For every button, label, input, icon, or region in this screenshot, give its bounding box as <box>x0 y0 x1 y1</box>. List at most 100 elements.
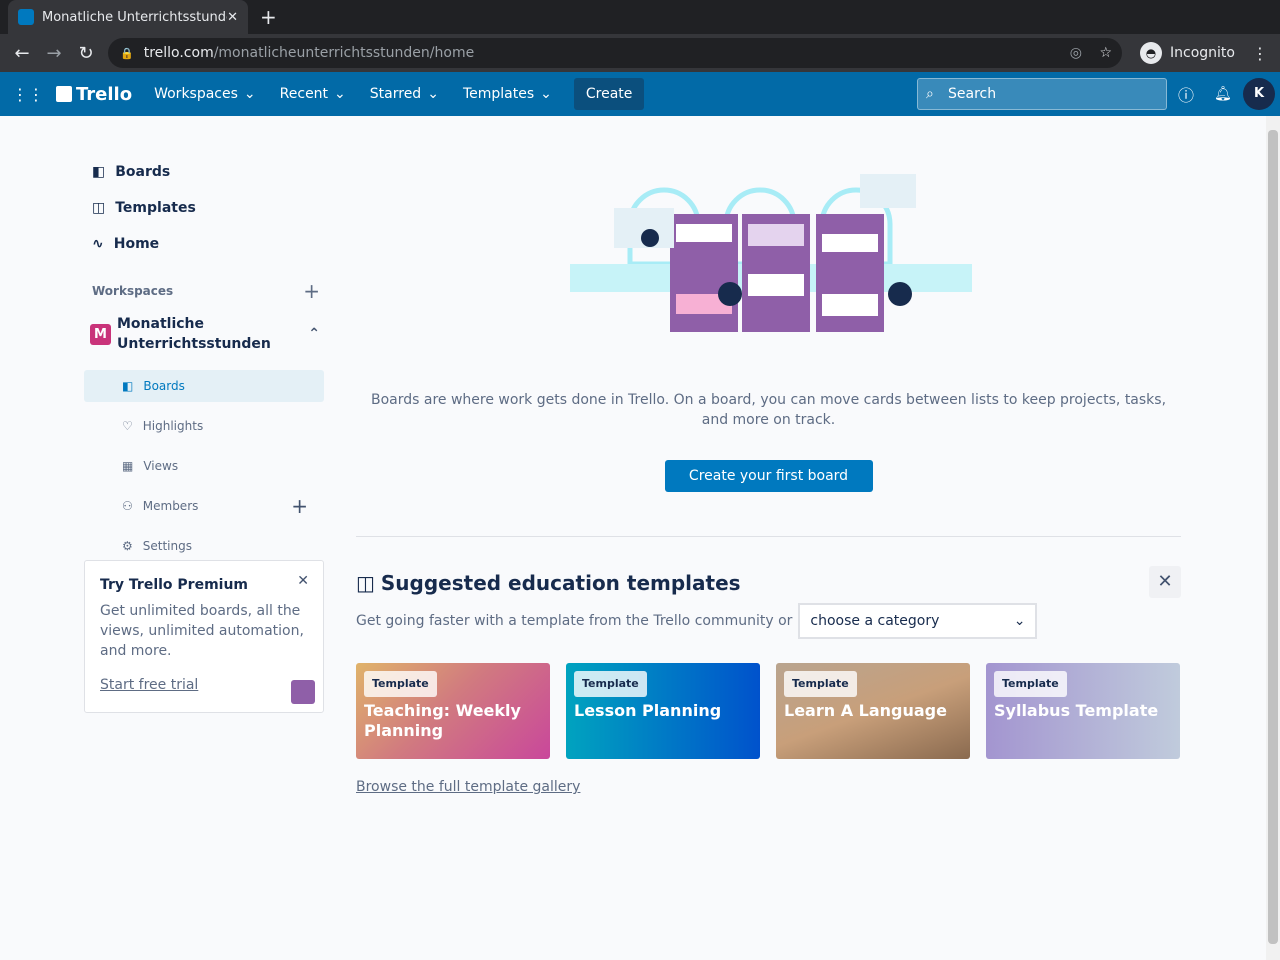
trello-logo[interactable]: Trello <box>56 84 132 105</box>
workspace-settings[interactable]: ⚙ Settings <box>84 530 324 562</box>
template-title: Teaching: Weekly Planning <box>364 701 521 740</box>
star-icon[interactable]: ☆ <box>1099 45 1112 61</box>
browser-tabbar: Monatliche Unterrichtsstunden | Trello✕ … <box>0 0 1280 34</box>
user-avatar[interactable]: K <box>1243 78 1275 110</box>
sidebar: ◧ Boards ◫ Templates ∿ Home Workspaces + M Mo… <box>84 116 324 562</box>
app-switcher-icon[interactable]: ⋮⋮ <box>0 85 56 104</box>
sub-label: Boards <box>143 379 185 393</box>
chevron-down-icon: ⌄ <box>427 86 439 102</box>
grid-icon: ▦ <box>122 459 134 473</box>
close-tab-icon[interactable]: ✕ <box>227 10 238 25</box>
trello-favicon-icon <box>18 9 34 25</box>
close-promo-icon[interactable]: ✕ <box>297 571 309 591</box>
new-tab-button[interactable]: + <box>260 5 277 29</box>
suggested-title: Suggested education templates <box>380 571 741 595</box>
chevron-down-icon: ⌄ <box>540 86 552 102</box>
lock-icon: 🔒 <box>120 46 134 60</box>
empty-state-description: Boards are where work gets done in Trell… <box>370 392 1167 428</box>
category-select[interactable]: choose a category ⌄ <box>798 603 1038 639</box>
premium-promo: ✕ Try Trello Premium Get unlimited board… <box>84 560 324 713</box>
menu-icon[interactable]: ⋮ <box>1252 44 1268 63</box>
nav-label: Workspaces <box>154 86 238 102</box>
template-cards: Template Teaching: Weekly Planning Templa… <box>356 663 1181 759</box>
search-placeholder: Search <box>948 86 997 102</box>
tab-title: Monatliche Unterrichtsstunden | Trello <box>42 9 227 25</box>
search-input[interactable]: ⌕ Search <box>917 78 1167 110</box>
briefcase-icon <box>291 680 315 704</box>
browse-gallery-link[interactable]: Browse the full template gallery <box>356 779 1181 795</box>
workspace-avatar: M <box>90 323 111 345</box>
board-icon: ◧ <box>92 164 106 180</box>
boards-illustration <box>570 174 972 332</box>
workspace-boards[interactable]: ◧ Boards <box>84 370 324 402</box>
gear-icon: ⚙ <box>122 539 133 553</box>
template-icon: ◫ <box>356 571 375 595</box>
reload-button[interactable]: ↻ <box>70 43 102 64</box>
back-button[interactable]: ← <box>6 43 38 64</box>
create-first-board-button[interactable]: Create your first board <box>664 460 873 492</box>
template-badge: Template <box>994 671 1067 697</box>
nav-workspaces[interactable]: Workspaces ⌄ <box>142 86 268 102</box>
workspace-name: Monatliche Unterrichtsstunden <box>117 316 271 352</box>
main-content: Boards are where work gets done in Trell… <box>356 116 1181 795</box>
nav-label: Templates <box>462 86 535 102</box>
scrollbar-thumb[interactable] <box>1268 130 1278 944</box>
workspace-highlights[interactable]: ♡ Highlights <box>84 410 324 442</box>
url-input[interactable]: 🔒 trello.com/monatlicheunterrichtsstunden… <box>108 38 1122 68</box>
info-icon[interactable]: ⓘ <box>1178 82 1194 106</box>
incognito-indicator[interactable]: ◓ Incognito <box>1132 38 1243 68</box>
sub-label: Views <box>143 459 179 473</box>
chevron-down-icon: ⌄ <box>243 86 256 102</box>
create-button[interactable]: Create <box>573 78 645 110</box>
template-badge: Template <box>784 671 857 697</box>
eye-off-icon[interactable]: ◎ <box>1070 45 1082 61</box>
sidebar-label: Boards <box>115 164 171 180</box>
suggested-heading: ◫ Suggested education templates <box>356 571 1181 595</box>
start-trial-link[interactable]: Start free trial <box>100 675 308 695</box>
browser-tab[interactable]: Monatliche Unterrichtsstunden | Trello✕ <box>8 0 248 34</box>
chevron-down-icon: ⌄ <box>1013 613 1026 629</box>
suggested-subtitle-row: Get going faster with a template from th… <box>356 603 1181 639</box>
sub-label: Settings <box>142 539 192 553</box>
category-value: choose a category <box>810 613 940 629</box>
template-title: Learn A Language <box>784 701 947 720</box>
forward-button[interactable]: → <box>38 43 70 64</box>
profile-label: Incognito <box>1170 45 1235 61</box>
trello-logo-icon <box>56 86 72 102</box>
scrollbar[interactable] <box>1266 116 1280 960</box>
workspace-toggle[interactable]: M Monatliche Unterrichtsstunden ⌃ <box>84 306 324 362</box>
heart-icon: ♡ <box>122 419 133 433</box>
address-bar-row: ← → ↻ 🔒 trello.com/monatlicheunterrichtss… <box>0 34 1280 72</box>
chevron-down-icon: ⌄ <box>334 86 346 102</box>
chevron-up-icon: ⌃ <box>308 326 320 342</box>
add-workspace-button[interactable]: + <box>303 279 320 303</box>
nav-label: Recent <box>279 86 329 102</box>
nav-starred[interactable]: Starred ⌄ <box>358 86 451 102</box>
promo-body: Get unlimited boards, all the views, unl… <box>100 603 304 659</box>
add-member-button[interactable]: + <box>291 494 308 518</box>
dismiss-suggestions-button[interactable]: ✕ <box>1149 566 1181 598</box>
sub-label: Members <box>142 499 199 513</box>
template-card[interactable]: Template Lesson Planning <box>566 663 760 759</box>
template-card[interactable]: Template Teaching: Weekly Planning <box>356 663 550 759</box>
template-card[interactable]: Template Syllabus Template <box>986 663 1180 759</box>
search-icon: ⌕ <box>926 86 934 102</box>
sidebar-item-home[interactable]: ∿ Home <box>84 226 324 262</box>
nav-templates[interactable]: Templates ⌄ <box>451 86 564 102</box>
template-badge: Template <box>364 671 437 697</box>
suggested-subtitle: Get going faster with a template from th… <box>356 613 793 629</box>
nav-recent[interactable]: Recent ⌄ <box>268 86 358 102</box>
workspace-members[interactable]: ⚇ Members + <box>84 490 324 522</box>
workspace-views[interactable]: ▦ Views <box>84 450 324 482</box>
members-icon: ⚇ <box>122 499 133 513</box>
divider <box>356 536 1181 537</box>
template-card[interactable]: Template Learn A Language <box>776 663 970 759</box>
sidebar-item-boards[interactable]: ◧ Boards <box>84 154 324 190</box>
sub-label: Highlights <box>142 419 204 433</box>
bell-icon[interactable]: 🔔︎ <box>1214 86 1232 102</box>
activity-icon: ∿ <box>92 236 104 252</box>
template-title: Lesson Planning <box>574 701 722 720</box>
workspaces-label: Workspaces <box>92 284 174 298</box>
url-host: trello.com <box>143 45 214 61</box>
sidebar-item-templates[interactable]: ◫ Templates <box>84 190 324 226</box>
